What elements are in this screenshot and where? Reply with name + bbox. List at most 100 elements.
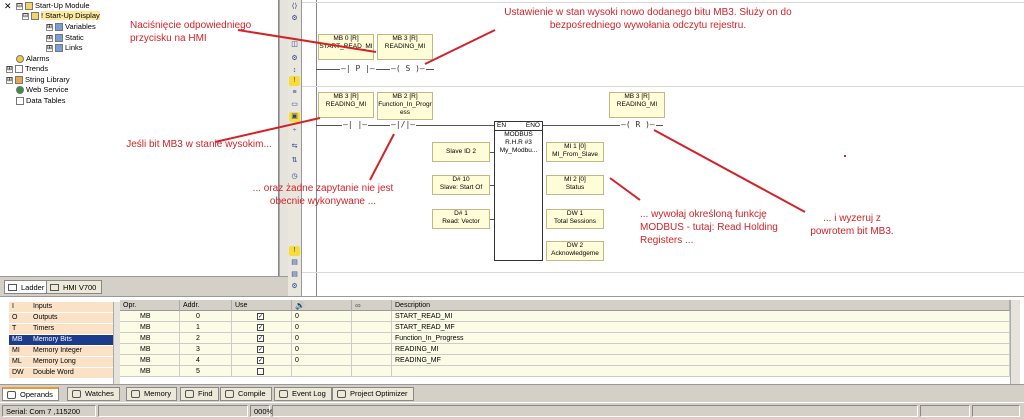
tab-project-optimizer[interactable]: Project Optimizer bbox=[332, 387, 414, 401]
category-label: Outputs bbox=[33, 314, 58, 321]
tab-watches[interactable]: Watches bbox=[67, 387, 120, 401]
cell-description[interactable]: Function_In_Progress bbox=[392, 333, 1010, 344]
table-row[interactable]: MB 3 ✓ 0 READING_MI bbox=[120, 344, 1010, 355]
cell-value[interactable]: 0 bbox=[292, 322, 352, 333]
operand-table: Opr. Addr. Use 🔊 ∞ Description MB 0 ✓ 0 STAR… bbox=[120, 300, 1010, 384]
cell-watch[interactable] bbox=[352, 322, 392, 333]
table-row[interactable]: MB 1 ✓ 0 START_READ_MF bbox=[120, 322, 1010, 333]
column-header-value[interactable]: 🔊 bbox=[292, 300, 352, 311]
cell-description[interactable]: START_READ_MI bbox=[392, 311, 1010, 322]
cell-watch[interactable] bbox=[352, 333, 392, 344]
cell-use bbox=[232, 366, 292, 377]
progress-field bbox=[98, 405, 248, 417]
operand-category-timers[interactable]: T Timers bbox=[9, 324, 113, 334]
use-checkbox[interactable]: ✓ bbox=[257, 335, 264, 342]
arrow-no-query bbox=[369, 133, 395, 181]
close-icon[interactable]: ✕ bbox=[4, 1, 12, 12]
category-label: Inputs bbox=[33, 303, 53, 310]
cell-use: ✓ bbox=[232, 322, 292, 333]
column-header-watch[interactable]: ∞ bbox=[352, 300, 392, 311]
cell-addr: 1 bbox=[180, 322, 232, 333]
cell-addr: 5 bbox=[180, 366, 232, 377]
watches-icon bbox=[72, 390, 81, 398]
category-label: Timers bbox=[33, 325, 55, 332]
table-row[interactable]: MB 4 ✓ 0 READING_MF bbox=[120, 355, 1010, 366]
column-header-opr[interactable]: Opr. bbox=[120, 300, 180, 311]
table-row[interactable]: MB 0 ✓ 0 START_READ_MI bbox=[120, 311, 1010, 322]
category-label: Memory Long bbox=[33, 358, 76, 365]
cell-value[interactable]: 0 bbox=[292, 344, 352, 355]
table-row[interactable]: MB 2 ✓ 0 Function_In_Progress bbox=[120, 333, 1010, 344]
cell-value[interactable]: 0 bbox=[292, 311, 352, 322]
status-message bbox=[272, 405, 918, 417]
cell-watch[interactable] bbox=[352, 344, 392, 355]
arrow-reset-mb3 bbox=[653, 129, 806, 213]
cell-opr: MB bbox=[120, 322, 180, 333]
table-row[interactable]: MB 5 bbox=[120, 366, 1010, 377]
speaker-icon: 🔊 bbox=[295, 301, 305, 310]
cell-use: ✓ bbox=[232, 344, 292, 355]
use-checkbox[interactable]: ✓ bbox=[257, 324, 264, 331]
tab-compile[interactable]: Compile bbox=[220, 387, 272, 401]
category-scrollbar[interactable] bbox=[113, 302, 120, 384]
compile-icon bbox=[225, 390, 234, 398]
operand-category-outputs[interactable]: O Outputs bbox=[9, 313, 113, 323]
cell-opr: MB bbox=[120, 333, 180, 344]
cell-watch[interactable] bbox=[352, 355, 392, 366]
tab-memory[interactable]: Memory bbox=[126, 387, 178, 401]
tab-label: Event Log bbox=[292, 389, 326, 398]
cell-value[interactable]: 0 bbox=[292, 333, 352, 344]
cell-description[interactable]: READING_MI bbox=[392, 344, 1010, 355]
cell-addr: 3 bbox=[180, 344, 232, 355]
operand-category-double-word[interactable]: DW Double Word bbox=[9, 368, 113, 378]
operand-table-scrollbar[interactable] bbox=[1010, 300, 1020, 384]
operand-category-memory-integer[interactable]: MI Memory Integer bbox=[9, 346, 113, 356]
cell-opr: MB bbox=[120, 311, 180, 322]
tab-label: Find bbox=[198, 389, 213, 398]
column-header-addr[interactable]: Addr. bbox=[180, 300, 232, 311]
category-code: DW bbox=[12, 369, 24, 376]
use-checkbox[interactable]: ✓ bbox=[257, 346, 264, 353]
status-bar: Serial: Com 7 ,115200 000% bbox=[0, 402, 1024, 419]
cell-use: ✓ bbox=[232, 355, 292, 366]
serial-status: Serial: Com 7 ,115200 bbox=[2, 405, 96, 417]
cell-opr: MB bbox=[120, 344, 180, 355]
column-header-use[interactable]: Use bbox=[232, 300, 292, 311]
tab-find[interactable]: Find bbox=[180, 387, 219, 401]
annotation-arrows bbox=[214, 29, 806, 213]
cell-description[interactable]: START_READ_MF bbox=[392, 322, 1010, 333]
operand-category-memory-long[interactable]: ML Memory Long bbox=[9, 357, 113, 367]
category-label: Memory Integer bbox=[33, 347, 83, 354]
cell-description[interactable]: READING_MF bbox=[392, 355, 1010, 366]
use-checkbox[interactable] bbox=[257, 368, 264, 375]
column-header-description[interactable]: Description bbox=[392, 300, 1010, 311]
use-checkbox[interactable]: ✓ bbox=[257, 357, 264, 364]
category-code: I bbox=[12, 303, 14, 310]
event-log-icon bbox=[279, 390, 288, 398]
category-label: Memory Bits bbox=[33, 336, 72, 343]
cell-value[interactable] bbox=[292, 366, 352, 377]
category-code: ML bbox=[12, 358, 22, 365]
bottom-tab-bar: Operands Watches Memory Find Compile Eve… bbox=[0, 384, 1024, 402]
optimizer-icon bbox=[337, 390, 346, 398]
use-checkbox[interactable]: ✓ bbox=[257, 313, 264, 320]
tab-label: Compile bbox=[238, 389, 266, 398]
category-code: MB bbox=[12, 336, 23, 343]
tab-operands[interactable]: Operands bbox=[2, 387, 59, 401]
cell-description[interactable] bbox=[392, 366, 1010, 377]
zoom-status: 000% bbox=[250, 405, 273, 417]
tab-label: Memory bbox=[144, 389, 172, 398]
cell-opr: MB bbox=[120, 355, 180, 366]
tab-event-log[interactable]: Event Log bbox=[274, 387, 332, 401]
cell-watch[interactable] bbox=[352, 311, 392, 322]
memory-icon bbox=[131, 390, 140, 398]
cell-opr: MB bbox=[120, 366, 180, 377]
glasses-icon: ∞ bbox=[355, 301, 361, 310]
cell-value[interactable]: 0 bbox=[292, 355, 352, 366]
operand-category-memory-bits[interactable]: MB Memory Bits bbox=[9, 335, 113, 345]
table-header: Opr. Addr. Use 🔊 ∞ Description bbox=[120, 300, 1010, 311]
operand-category-inputs[interactable]: I Inputs bbox=[9, 302, 113, 312]
cell-addr: 2 bbox=[180, 333, 232, 344]
cell-watch[interactable] bbox=[352, 366, 392, 377]
arrow-set-mb3 bbox=[424, 29, 496, 65]
